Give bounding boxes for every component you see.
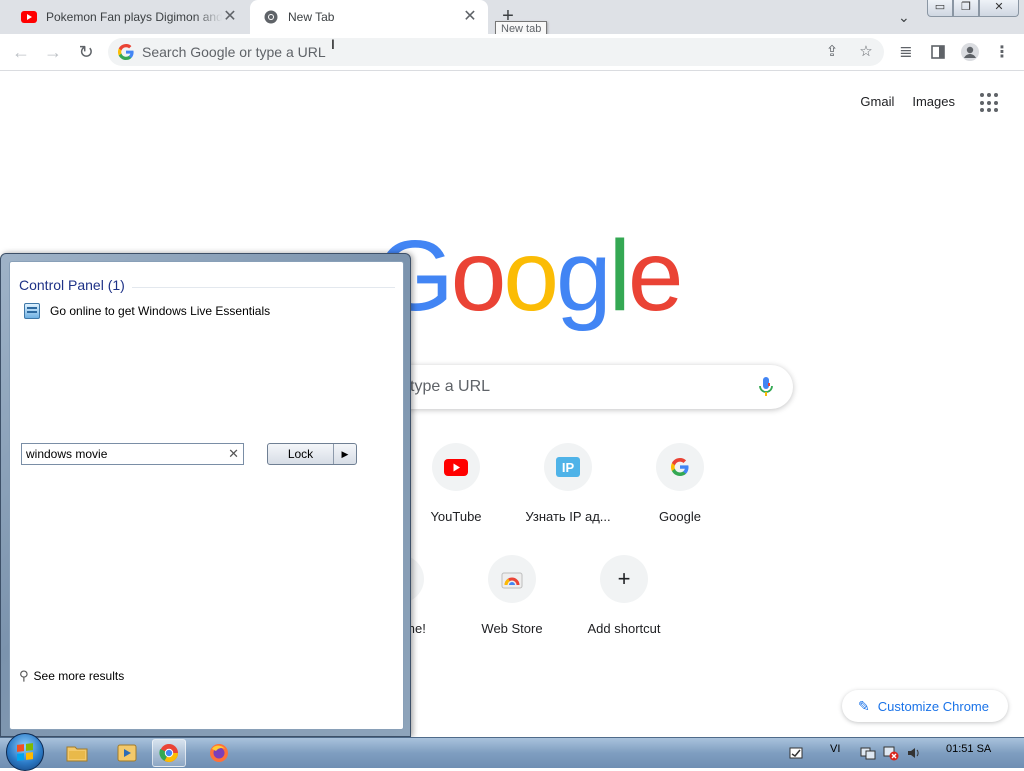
chrome-icon	[262, 8, 280, 26]
google-logo: Google	[376, 220, 683, 332]
explorer-icon[interactable]	[60, 739, 94, 767]
close-icon[interactable]: ✕	[222, 9, 238, 25]
google-g-icon	[118, 44, 134, 60]
apps-grid-icon[interactable]	[980, 93, 1000, 113]
language-indicator[interactable]: VI	[830, 743, 840, 755]
see-more-label: See more results	[33, 669, 125, 683]
ip-icon: IP	[544, 443, 592, 491]
shortcut-label: Web Store	[481, 621, 543, 636]
images-link[interactable]: Images	[912, 94, 955, 109]
start-menu: Control Panel (1) Go online to get Windo…	[0, 253, 411, 737]
power-options-arrow-icon[interactable]: ▶	[334, 444, 356, 464]
back-arrow-icon[interactable]: ←	[9, 40, 33, 64]
window-controls: ▭ ❐ ✕	[927, 0, 1019, 18]
tab-pokemon[interactable]: Pokemon Fan plays Digimon and ✕	[8, 0, 248, 34]
shortcut-label: YouTube	[430, 509, 482, 524]
reload-icon[interactable]: ↻	[74, 40, 98, 64]
minimize-button[interactable]: ▭	[927, 0, 953, 17]
shortcut-add[interactable]: + Add shortcut	[568, 555, 680, 667]
ntp-search-placeholder: type a URL	[410, 378, 491, 395]
shortcut-label: Google	[659, 509, 701, 524]
toolbar: ← → ↻ ⇪ ☆ ≣ ⋮	[0, 34, 1024, 71]
shortcut-google[interactable]: Google	[624, 443, 736, 555]
forward-arrow-icon[interactable]: →	[41, 40, 65, 64]
pencil-icon: ✎	[858, 697, 870, 714]
close-window-button[interactable]: ✕	[979, 0, 1019, 17]
tab-title: New Tab	[288, 10, 335, 24]
lock-split-button[interactable]: Lock ▶	[267, 443, 357, 465]
start-menu-results-pane: Control Panel (1) Go online to get Windo…	[9, 261, 404, 730]
control-panel-icon	[24, 303, 40, 319]
media-player-icon[interactable]	[110, 739, 144, 767]
firefox-icon[interactable]	[202, 739, 236, 767]
see-more-results-link[interactable]: ⚲ See more results	[19, 668, 124, 684]
plus-icon: +	[600, 555, 648, 603]
lock-button[interactable]: Lock	[268, 444, 334, 464]
shortcut-label: Узнать IP ад...	[525, 509, 611, 524]
text-cursor-icon: I	[331, 36, 335, 52]
action-center-flag-icon[interactable]	[788, 745, 804, 761]
close-icon[interactable]: ✕	[462, 9, 478, 25]
share-icon[interactable]: ⇪	[822, 42, 842, 62]
tab-new-tab[interactable]: New Tab ✕	[250, 0, 488, 34]
volume-icon[interactable]	[906, 745, 922, 761]
bookmark-star-icon[interactable]: ☆	[856, 42, 876, 62]
result-label: Go online to get Windows Live Essentials	[50, 304, 271, 318]
profile-avatar-icon[interactable]	[958, 40, 982, 64]
menu-kebab-icon[interactable]: ⋮	[990, 40, 1014, 64]
omnibox[interactable]: ⇪ ☆	[108, 38, 884, 66]
magnifier-icon: ⚲	[19, 668, 29, 683]
webstore-icon	[488, 555, 536, 603]
network-icon[interactable]	[860, 745, 876, 761]
search-result-item[interactable]: Go online to get Windows Live Essentials	[24, 303, 270, 319]
shortcut-youtube[interactable]: YouTube	[400, 443, 512, 555]
side-panel-icon[interactable]	[926, 40, 950, 64]
shortcut-web-store[interactable]: Web Store	[456, 555, 568, 667]
customize-label: Customize Chrome	[877, 698, 989, 714]
tab-title: Pokemon Fan plays Digimon and	[46, 10, 222, 24]
google-icon	[656, 443, 704, 491]
shortcut-ip[interactable]: IP Узнать IP ад...	[512, 443, 624, 555]
divider	[132, 287, 395, 288]
start-orb-icon[interactable]	[6, 733, 44, 771]
clock[interactable]: 01:51 SA	[946, 743, 991, 755]
tab-search-chevron-icon[interactable]: ⌄	[898, 9, 910, 26]
result-group-header: Control Panel (1)	[19, 277, 125, 293]
reading-list-icon[interactable]: ≣	[894, 40, 918, 64]
start-search-box[interactable]: ✕	[21, 443, 244, 465]
chrome-icon[interactable]	[152, 739, 186, 767]
gmail-link[interactable]: Gmail	[860, 94, 894, 109]
customize-chrome-button[interactable]: ✎ Customize Chrome	[842, 690, 1008, 722]
svg-text:IP: IP	[562, 460, 575, 475]
omnibox-input[interactable]	[142, 38, 742, 66]
microphone-icon[interactable]	[759, 377, 773, 397]
youtube-icon	[432, 443, 480, 491]
shortcut-label: Add shortcut	[587, 621, 661, 636]
start-search-input[interactable]	[26, 444, 216, 464]
network-error-icon[interactable]	[883, 745, 899, 761]
clear-search-icon[interactable]: ✕	[228, 446, 239, 462]
ntp-top-links: Gmail Images	[860, 94, 955, 109]
restore-button[interactable]: ❐	[953, 0, 979, 17]
youtube-icon	[20, 8, 38, 26]
